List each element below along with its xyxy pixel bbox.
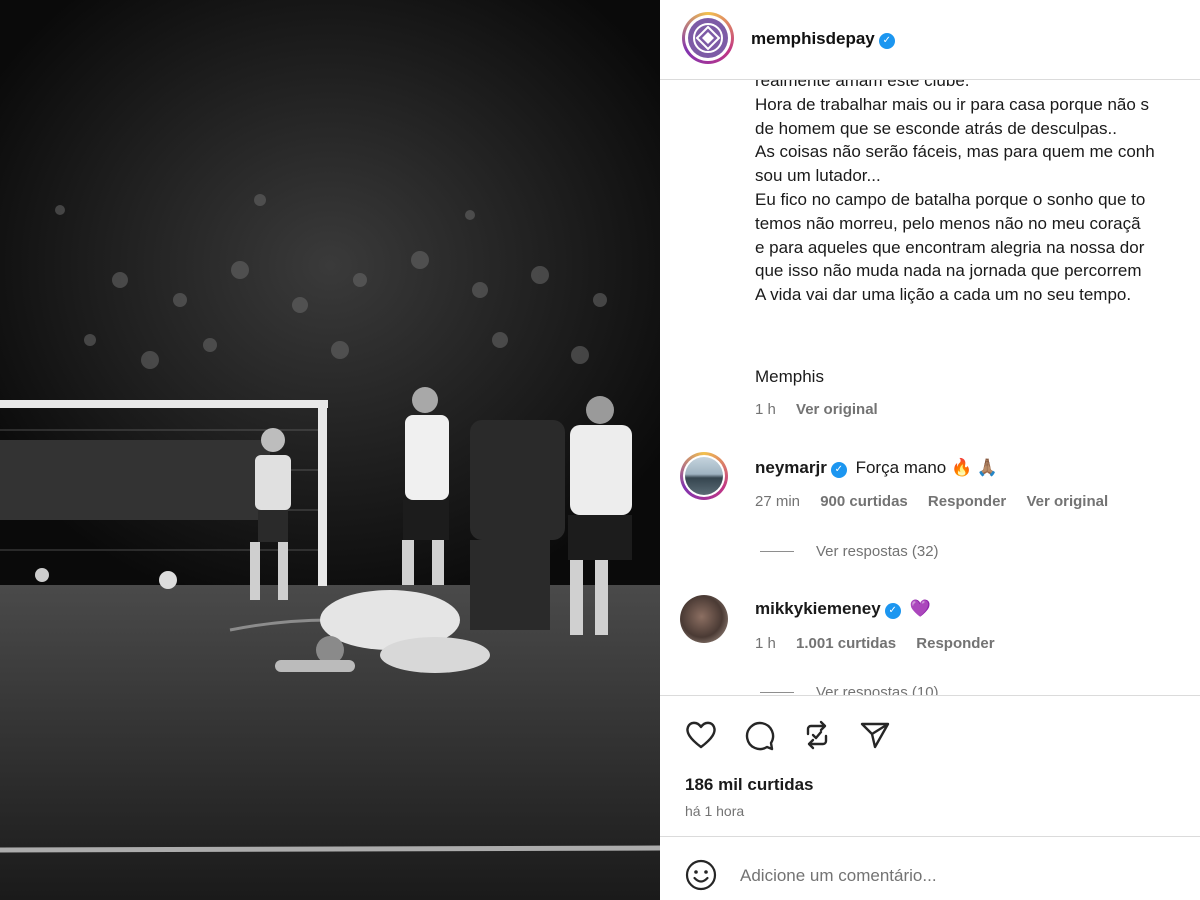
header-divider — [660, 70, 1200, 80]
view-replies-label: Ver respostas (32) — [816, 543, 939, 560]
likes-count[interactable]: 186 mil curtidas — [685, 775, 814, 795]
comment-avatar[interactable] — [680, 595, 728, 643]
comment-age: 1 h — [755, 635, 776, 652]
caption-line: temos não morreu, pelo menos não no meu … — [755, 213, 1141, 233]
comment-username[interactable]: neymarjr — [755, 458, 827, 477]
comment-username[interactable]: mikkykiemeney — [755, 599, 881, 618]
comment-body: mikkykiemeney ✓ 💜 — [755, 599, 931, 619]
post-caption: realmente amam este clube. Hora de traba… — [755, 69, 1200, 307]
comment-meta: 27 min 900 curtidas Responder Ver origin… — [755, 493, 1124, 510]
emoji-icon[interactable] — [684, 858, 718, 892]
repost-icon[interactable] — [800, 718, 834, 752]
comment-input[interactable] — [740, 866, 1160, 886]
comment-avatar[interactable] — [680, 452, 728, 500]
see-original-link[interactable]: Ver original — [1026, 493, 1108, 510]
caption-line: Eu fico no campo de batalha porque o son… — [755, 189, 1146, 209]
caption-signoff: Memphis — [755, 367, 824, 386]
verified-badge-icon: ✓ — [830, 461, 847, 478]
post-actions-section: 186 mil curtidas há 1 hora — [660, 695, 1200, 900]
caption-line: A vida vai dar uma lição a cada um no se… — [755, 285, 1132, 305]
football-photo-illustration — [0, 0, 660, 900]
comment-text: Força mano 🔥 🙏🏽 — [855, 458, 999, 477]
comment-meta: 1 h 1.001 curtidas Responder — [755, 635, 1011, 652]
author-username-row: memphisdepay ✓ — [751, 29, 895, 49]
caption-line: As coisas não serão fáceis, mas para que… — [755, 142, 1155, 162]
caption-line: que isso não muda nada na jornada que pe… — [755, 261, 1142, 281]
comment-body: neymarjr ✓ Força mano 🔥 🙏🏽 — [755, 458, 998, 478]
send-icon[interactable] — [858, 718, 892, 752]
author-logo-icon — [693, 23, 723, 53]
reply-button[interactable]: Responder — [928, 493, 1006, 510]
heart-icon[interactable] — [684, 718, 718, 752]
caption-line: sou um lutador... — [755, 166, 881, 186]
reply-button[interactable]: Responder — [916, 635, 994, 652]
comment-text: 💜 — [909, 599, 931, 618]
post-details-panel: realmente amam este clube. Hora de traba… — [660, 0, 1200, 900]
post-photo[interactable] — [0, 0, 660, 900]
verified-badge-icon: ✓ — [884, 602, 901, 619]
verified-badge-icon: ✓ — [878, 32, 895, 49]
caption-age: 1 h — [755, 401, 776, 418]
author-avatar[interactable] — [682, 12, 734, 64]
comment-likes[interactable]: 900 curtidas — [820, 493, 908, 510]
caption-meta: 1 h Ver original — [755, 401, 894, 418]
author-username[interactable]: memphisdepay — [751, 29, 875, 48]
comment-age: 27 min — [755, 493, 801, 510]
comment-icon[interactable] — [742, 718, 776, 752]
post-timestamp: há 1 hora — [685, 803, 745, 819]
see-original-link[interactable]: Ver original — [796, 401, 878, 418]
post-header: memphisdepay ✓ — [660, 0, 1200, 70]
comment-likes[interactable]: 1.001 curtidas — [796, 635, 896, 652]
view-replies-link[interactable]: Ver respostas (32) — [760, 543, 939, 560]
caption-line: e para aqueles que encontram alegria na … — [755, 237, 1145, 257]
caption-line: Hora de trabalhar mais ou ir para casa p… — [755, 94, 1150, 114]
caption-line: de homem que se esconde atrás de desculp… — [755, 118, 1117, 138]
add-comment-bar — [660, 836, 1200, 900]
